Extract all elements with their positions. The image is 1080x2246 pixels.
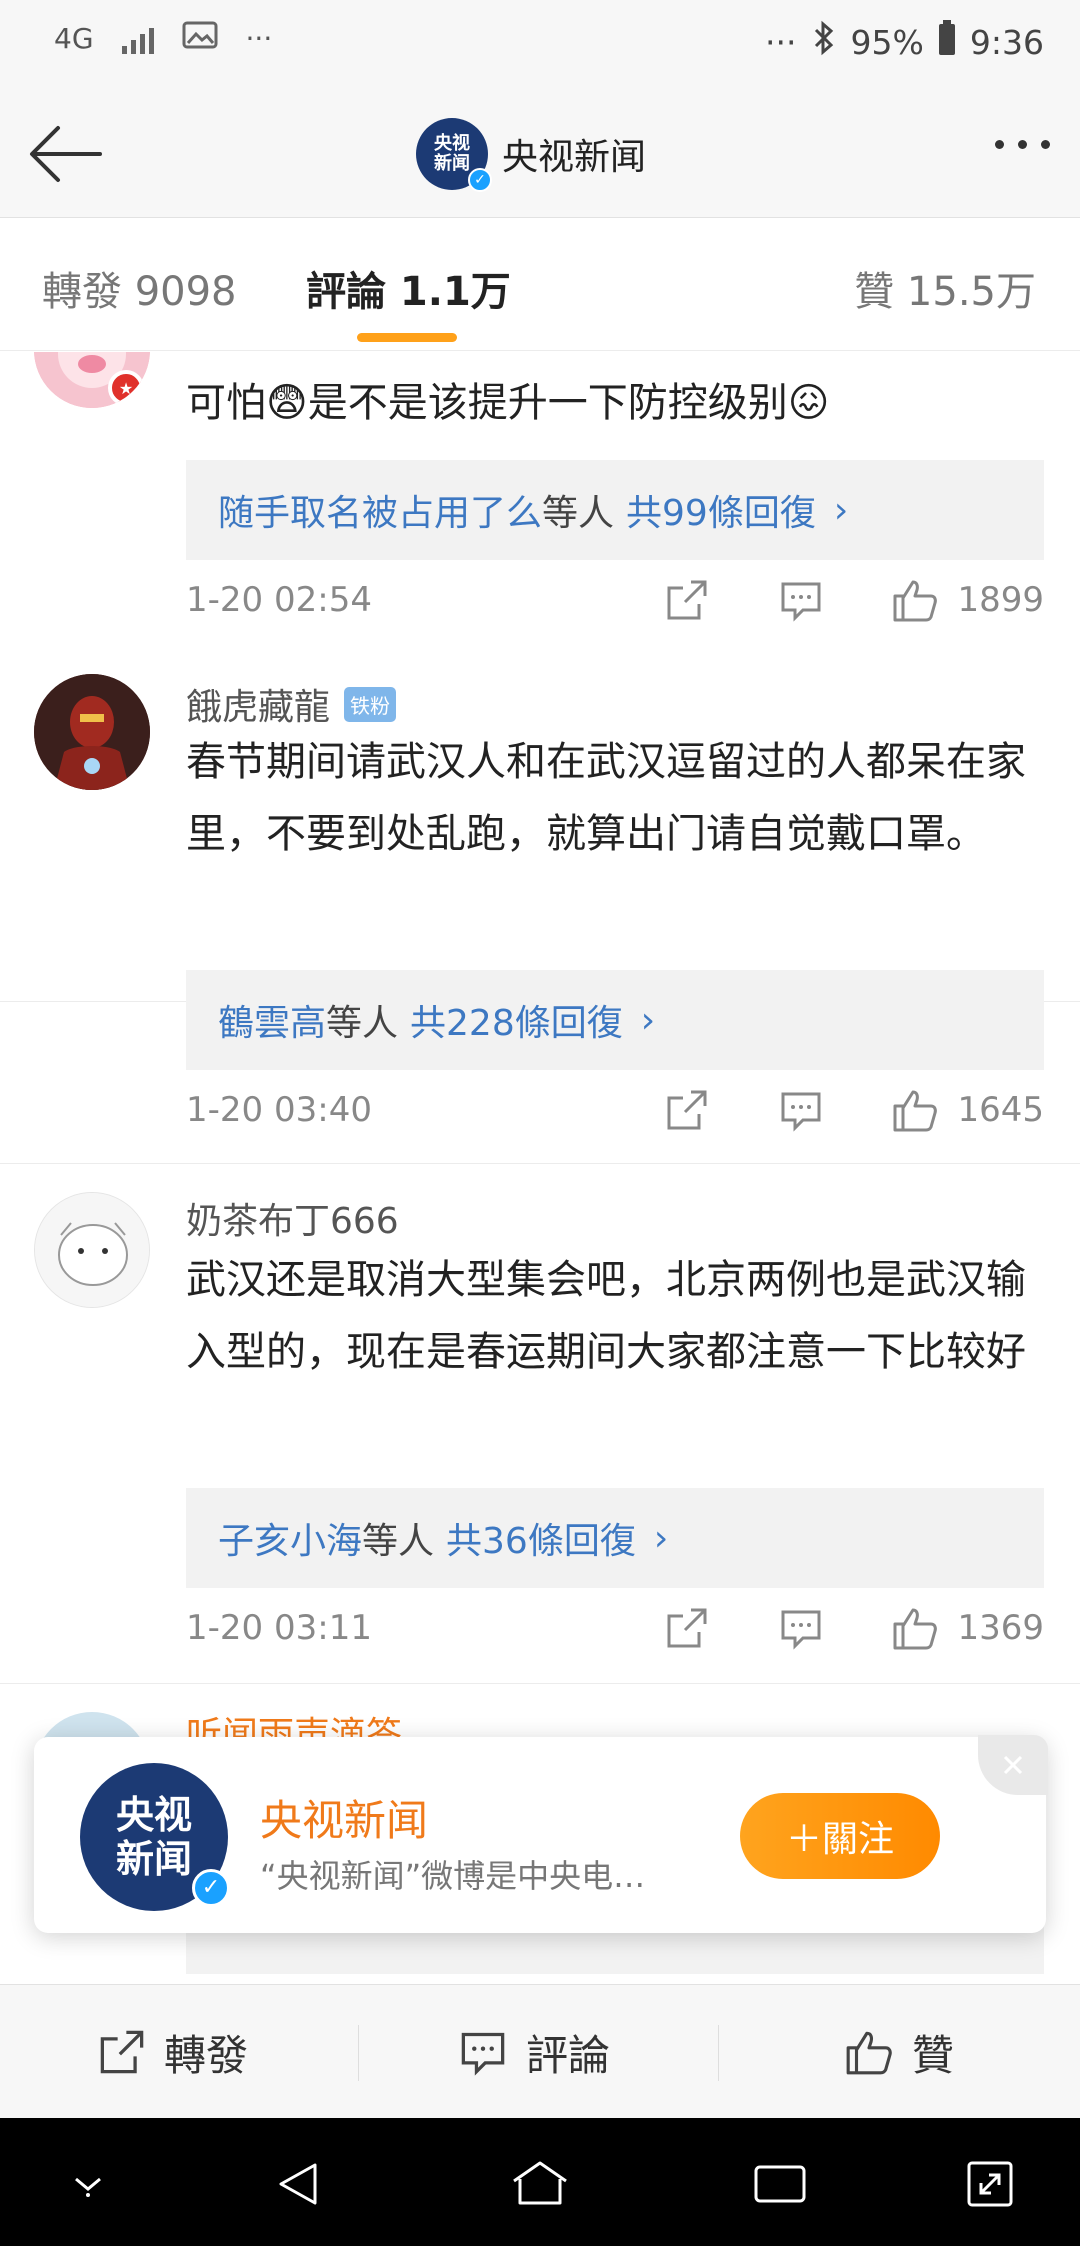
comment-time: 1-20 03:11	[186, 1608, 372, 1648]
reply-names: 子亥小海	[218, 1521, 363, 1562]
signal-icon	[121, 24, 154, 54]
share-icon[interactable]	[661, 574, 713, 626]
avatar[interactable]	[34, 674, 150, 790]
comment-text: 春节期间请武汉人和在武汉逗留过的人都呆在家里，不要到处乱跑，就算出门请自觉戴口罩…	[186, 739, 1026, 857]
clock: 9:36	[969, 22, 1044, 62]
follow-button[interactable]: ＋關注	[740, 1793, 940, 1879]
comment-time: 1-20 02:54	[186, 580, 372, 620]
fan-badge: 铁粉	[344, 686, 397, 722]
more-status-icon-right: ···	[765, 22, 797, 62]
logo-text-top: 央视	[434, 133, 470, 154]
comment-icon[interactable]	[775, 1084, 827, 1136]
comment-meta: 1-20 03:40 1645	[186, 1080, 1044, 1140]
reply-names: 随手取名被占用了么	[218, 493, 543, 534]
username-text: 奶茶布丁666	[186, 1201, 399, 1242]
network-label: 4G	[54, 22, 94, 55]
logo-text-top: 央视	[115, 1793, 192, 1837]
avatar[interactable]: ★	[34, 352, 150, 408]
share-icon[interactable]	[661, 1602, 713, 1654]
comment-text: 可怕😨是不是该提升一下防控级别😖	[186, 380, 830, 426]
comment-icon	[461, 2032, 505, 2076]
reply-summary[interactable]: 鶴雲高 等人 共228條回復 ›	[186, 970, 1044, 1070]
tab-reposts[interactable]: 轉發 9098	[42, 259, 237, 317]
reply-count: 共36條回復	[446, 1521, 636, 1562]
divider	[358, 2025, 359, 2081]
thumbs-up-icon[interactable]	[889, 574, 941, 626]
username-text: 餓虎藏龍	[186, 687, 331, 728]
hide-nav-icon[interactable]	[58, 2156, 118, 2212]
account-avatar[interactable]: 央视 新闻 ✓	[80, 1763, 230, 1911]
divider	[718, 2025, 719, 2081]
svg-text:★: ★	[119, 379, 133, 398]
like-count: 1369	[957, 1608, 1044, 1648]
back-button[interactable]	[26, 118, 106, 190]
repost-label: 轉發	[164, 2030, 249, 2080]
comment-username[interactable]: 餓虎藏龍 铁粉	[186, 678, 397, 730]
recents-nav-icon[interactable]	[750, 2156, 810, 2212]
expand-nav-icon[interactable]	[960, 2156, 1020, 2212]
share-icon	[100, 2030, 144, 2074]
image-icon	[182, 20, 218, 57]
account-title[interactable]: 央视 新闻 ✓ 央视新闻	[416, 118, 647, 192]
avatar[interactable]	[34, 1192, 150, 1308]
thumbs-up-icon[interactable]	[889, 1084, 941, 1136]
like-button[interactable]: 贊	[844, 1985, 954, 2119]
comment-time: 1-20 03:40	[186, 1090, 372, 1130]
reply-mid: 等人	[326, 1003, 399, 1044]
reply-summary[interactable]: 随手取名被占用了么 等人 共99條回復 ›	[186, 460, 1044, 560]
account-name: 央视新闻	[502, 137, 647, 178]
thumbs-up-icon[interactable]	[889, 1602, 941, 1654]
comment-meta: 1-20 02:54 1899	[186, 570, 1044, 630]
battery-percent: 95%	[850, 22, 924, 62]
reply-mid: 等人	[362, 1521, 435, 1562]
tab-bar: 轉發 9098 評論 1.1万 贊 15.5万	[0, 219, 1080, 351]
comment-item: 餓虎藏龍 铁粉 春节期间请武汉人和在武汉逗留过的人都呆在家里，不要到处乱跑，就算…	[0, 648, 1080, 1164]
more-dots-icon[interactable]	[995, 140, 1050, 149]
back-arrow-icon	[30, 126, 102, 182]
comment-label: 評論	[526, 2030, 611, 2080]
chevron-right-icon: ›	[653, 1517, 669, 1559]
reply-mid: 等人	[542, 493, 615, 534]
bottom-action-bar: 轉發 評論 贊	[0, 1984, 1080, 2118]
bluetooth-icon	[811, 20, 837, 64]
follow-suggestion-card: 央视 新闻 ✓ 央视新闻 “央视新闻”微博是中央电… ＋關注	[34, 1735, 1048, 1933]
tab-comments[interactable]: 評論 1.1万	[306, 259, 511, 317]
thumbs-up-icon	[846, 2031, 892, 2075]
logo-text-bottom: 新闻	[434, 153, 470, 174]
account-avatar: 央视 新闻 ✓	[416, 118, 492, 192]
repost-button[interactable]: 轉發	[98, 1985, 248, 2119]
tab-likes[interactable]: 贊 15.5万	[854, 259, 1036, 317]
comment-button[interactable]: 評論	[458, 1985, 610, 2119]
chevron-right-icon: ›	[640, 999, 656, 1041]
reply-summary[interactable]: 子亥小海 等人 共36條回復 ›	[186, 1488, 1044, 1588]
comment-icon[interactable]	[775, 574, 827, 626]
system-nav-bar	[0, 2118, 1080, 2246]
like-count: 1899	[957, 580, 1044, 620]
verified-icon: ✓	[468, 168, 492, 192]
reply-count: 共228條回復	[410, 1003, 623, 1044]
verified-icon: ✓	[192, 1869, 230, 1907]
card-description: “央视新闻”微博是中央电…	[260, 1857, 646, 1895]
card-account-name[interactable]: 央视新闻	[260, 1787, 428, 1848]
battery-icon	[938, 20, 956, 64]
close-icon[interactable]	[978, 1735, 1048, 1795]
comment-username[interactable]: 奶茶布丁666	[186, 1192, 399, 1244]
reply-names: 鶴雲高	[218, 1003, 327, 1044]
like-label: 贊	[912, 2030, 955, 2080]
comment-text: 武汉还是取消大型集会吧，北京两例也是武汉输入型的，现在是春运期间大家都注意一下比…	[186, 1257, 1026, 1375]
logo-text-bottom: 新闻	[115, 1837, 192, 1881]
comment-item: 奶茶布丁666 武汉还是取消大型集会吧，北京两例也是武汉输入型的，现在是春运期间…	[0, 1166, 1080, 1684]
active-tab-indicator	[357, 333, 457, 342]
back-nav-icon[interactable]	[268, 2156, 328, 2212]
reply-count: 共99條回復	[626, 493, 816, 534]
home-nav-icon[interactable]	[510, 2156, 570, 2212]
chevron-right-icon: ›	[833, 489, 849, 531]
comment-meta: 1-20 03:11 1369	[186, 1598, 1044, 1658]
top-nav-bar: 央视 新闻 ✓ 央视新闻	[0, 90, 1080, 218]
share-icon[interactable]	[661, 1084, 713, 1136]
comment-icon[interactable]	[775, 1602, 827, 1654]
more-status-icon: ···	[245, 22, 273, 55]
like-count: 1645	[957, 1090, 1044, 1130]
status-bar: 4G ··· ··· 95% 9:36	[0, 0, 1080, 90]
